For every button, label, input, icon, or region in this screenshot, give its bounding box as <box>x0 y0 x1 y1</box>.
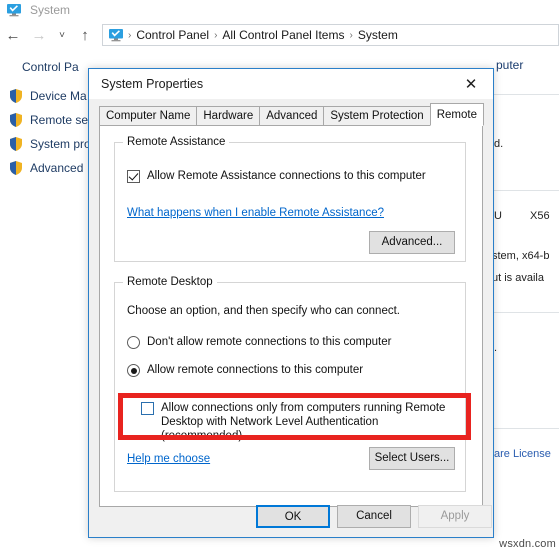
control-panel-monitor-icon <box>108 27 124 43</box>
system-monitor-icon <box>6 2 22 18</box>
divider <box>490 190 559 191</box>
explorer-navigation-bar: ← → ˅ ↑ › Control Panel › All Control Pa… <box>0 20 559 50</box>
system-text-fragment: d. <box>494 138 504 150</box>
select-users-button[interactable]: Select Users... <box>369 447 455 470</box>
divider <box>490 428 559 429</box>
system-properties-dialog: System Properties ✕ Computer Name Hardwa… <box>88 68 494 538</box>
tab-computer-name[interactable]: Computer Name <box>99 106 198 125</box>
dialog-title: System Properties <box>101 77 204 91</box>
allow-remote-assistance-checkbox[interactable] <box>127 170 140 183</box>
breadcrumb[interactable]: › Control Panel › All Control Panel Item… <box>102 24 559 46</box>
tab-remote[interactable]: Remote <box>429 103 484 126</box>
remote-assistance-help-link[interactable]: What happens when I enable Remote Assist… <box>127 207 384 219</box>
close-icon[interactable]: ✕ <box>449 69 493 99</box>
system-cpu-label-fragment: U <box>494 210 502 222</box>
software-license-terms-link-fragment[interactable]: are License <box>494 448 551 460</box>
system-pen-touch-fragment: ut is availa <box>492 272 544 284</box>
nla-label-line2: Desktop with Network Level Authenticatio… <box>161 416 379 442</box>
dont-allow-remote-connections-radio-row[interactable]: Don't allow remote connections to this c… <box>127 335 457 349</box>
forward-arrow-icon: → <box>31 26 47 44</box>
cancel-button[interactable]: Cancel <box>337 505 411 528</box>
remote-desktop-group: Remote Desktop Choose an option, and the… <box>114 276 466 492</box>
shield-icon <box>8 160 24 176</box>
sidebar-item-label: Advanced <box>30 161 84 175</box>
tab-advanced[interactable]: Advanced <box>259 106 325 125</box>
sidebar-item-label: System pro <box>30 137 91 151</box>
breadcrumb-separator: › <box>128 29 132 41</box>
remote-assistance-group-title: Remote Assistance <box>123 136 230 148</box>
nla-checkbox-row[interactable]: Allow connections only from computers ru… <box>141 401 461 443</box>
breadcrumb-separator: › <box>349 29 353 41</box>
back-arrow-icon[interactable]: ← <box>0 22 26 48</box>
tab-system-protection[interactable]: System Protection <box>323 106 431 125</box>
sidebar-item-label: Remote se <box>30 113 89 127</box>
divider <box>490 94 559 95</box>
system-page-heading-fragment: puter <box>496 58 524 72</box>
system-type-fragment: stem, x64-b <box>492 250 550 262</box>
divider <box>490 312 559 313</box>
shield-icon <box>8 88 24 104</box>
allow-remote-connections-radio-row[interactable]: Allow remote connections to this compute… <box>127 363 457 377</box>
ok-button[interactable]: OK <box>256 505 330 528</box>
nla-label-block: Allow connections only from computers ru… <box>161 401 461 443</box>
allow-remote-assistance-checkbox-row[interactable]: Allow Remote Assistance connections to t… <box>127 169 457 183</box>
sidebar-item-label: Device Ma <box>30 89 87 103</box>
help-me-choose-link[interactable]: Help me choose <box>127 453 210 465</box>
breadcrumb-item-system[interactable]: System <box>355 28 401 42</box>
remote-assistance-group: Remote Assistance Allow Remote Assistanc… <box>114 136 466 262</box>
chevron-down-icon[interactable]: ˅ <box>52 22 72 48</box>
system-text-fragment: . <box>494 342 498 354</box>
remote-tab-page: Remote Assistance Allow Remote Assistanc… <box>99 125 483 507</box>
dialog-titlebar: System Properties ✕ <box>89 69 493 99</box>
breadcrumb-item-control-panel[interactable]: Control Panel <box>133 28 212 42</box>
allow-remote-connections-label: Allow remote connections to this compute… <box>147 364 364 376</box>
apply-button: Apply <box>418 505 492 528</box>
breadcrumb-item-all-control-panel-items[interactable]: All Control Panel Items <box>219 28 347 42</box>
tab-hardware[interactable]: Hardware <box>196 106 261 125</box>
breadcrumb-separator: › <box>214 29 218 41</box>
allow-remote-assistance-label: Allow Remote Assistance connections to t… <box>147 170 426 182</box>
remote-assistance-advanced-button[interactable]: Advanced... <box>369 231 455 254</box>
system-cpu-value-fragment: X56 <box>530 210 550 222</box>
tab-strip: Computer Name Hardware Advanced System P… <box>99 103 484 126</box>
shield-icon <box>8 112 24 128</box>
nla-label-line1: Allow connections only from computers ru… <box>161 402 446 414</box>
network-level-authentication-checkbox[interactable] <box>141 402 154 415</box>
up-arrow-icon[interactable]: ↑ <box>72 22 98 48</box>
dialog-footer: OK Cancel Apply <box>89 493 493 537</box>
remote-desktop-group-title: Remote Desktop <box>123 276 217 288</box>
allow-remote-connections-radio[interactable] <box>127 364 140 377</box>
dont-allow-remote-connections-label: Don't allow remote connections to this c… <box>147 336 392 348</box>
shield-icon <box>8 136 24 152</box>
explorer-titlebar: System <box>0 0 559 20</box>
explorer-title-text: System <box>30 3 71 17</box>
remote-desktop-instruction: Choose an option, and then specify who c… <box>127 305 400 317</box>
dont-allow-remote-connections-radio[interactable] <box>127 336 140 349</box>
watermark: wsxdn.com <box>499 538 556 550</box>
